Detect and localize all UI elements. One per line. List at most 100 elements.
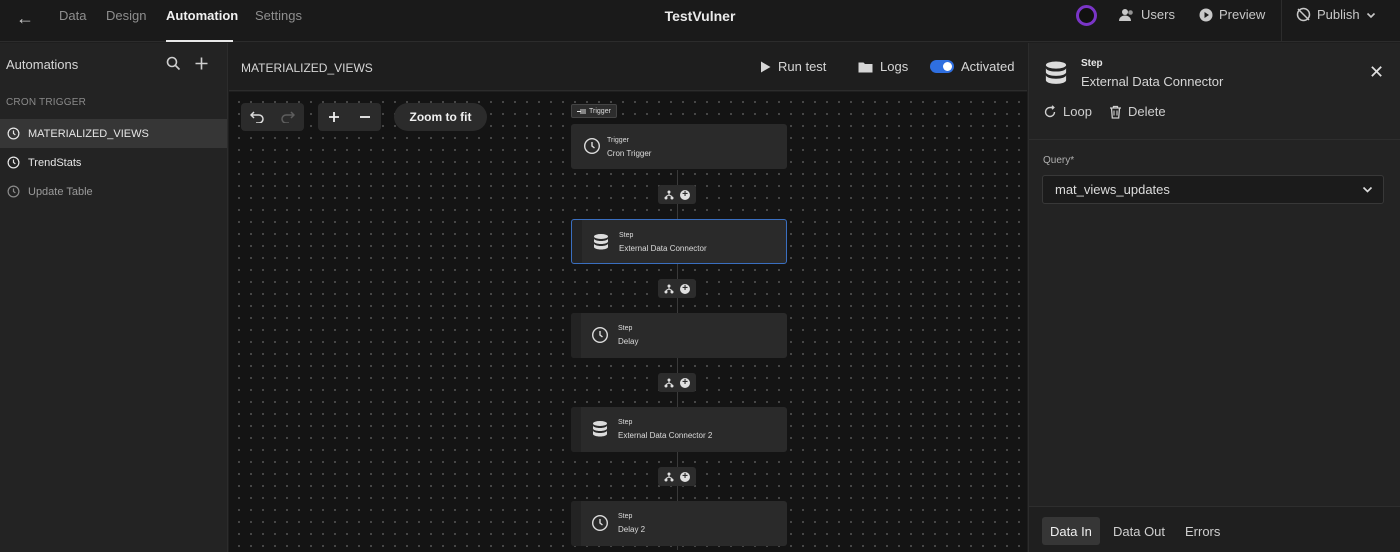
panel-bottom-tabs: Data In Data Out Errors — [1029, 506, 1400, 552]
node-name: Cron Trigger — [607, 149, 652, 158]
preview-label: Preview — [1219, 7, 1266, 22]
flow-node-trigger[interactable]: Trigger Cron Trigger — [571, 124, 787, 169]
trigger-tag-label: Trigger — [589, 107, 611, 115]
redo-button[interactable] — [272, 103, 303, 131]
loop-label: Loop — [1063, 104, 1092, 119]
top-divider — [1281, 0, 1282, 42]
sidebar-item-label: Update Table — [28, 185, 93, 198]
tab-data-out[interactable]: Data Out — [1105, 517, 1173, 545]
trigger-tag: Trigger — [571, 104, 617, 118]
run-test-label: Run test — [778, 59, 827, 74]
node-kind: Step — [618, 325, 633, 332]
top-bar: ← Data Design Automation Settings TestVu… — [0, 0, 1400, 42]
add-step-icon[interactable]: + — [680, 377, 690, 388]
sidebar-item-update-table[interactable]: Update Table — [0, 177, 227, 206]
canvas-header: MATERIALIZED_VIEWS Run test Logs Activat… — [229, 43, 1027, 91]
preview-button[interactable]: Preview — [1199, 7, 1265, 22]
close-icon[interactable]: ✕ — [1369, 63, 1384, 81]
node-kind: Step — [618, 513, 633, 520]
section-cron-trigger: CRON TRIGGER — [6, 97, 86, 108]
tab-data-in[interactable]: Data In — [1042, 517, 1100, 545]
tab-automation[interactable]: Automation — [166, 8, 238, 23]
trigger-icon — [577, 108, 586, 114]
flow-node-external-data-connector-2[interactable]: Step External Data Connector 2 — [571, 407, 787, 452]
zoom-in-button[interactable] — [318, 103, 349, 131]
panel-divider — [1029, 139, 1400, 140]
toggle-switch[interactable] — [930, 60, 954, 73]
tab-design[interactable]: Design — [106, 8, 146, 23]
flow-canvas[interactable]: Zoom to fit Trigger Trigger Cron Trigger… — [229, 92, 1027, 552]
drag-handle[interactable] — [572, 220, 582, 263]
add-step-icon[interactable]: + — [680, 283, 690, 294]
globe-off-icon — [1296, 7, 1311, 22]
node-name: External Data Connector 2 — [618, 431, 713, 440]
undo-redo-group — [241, 103, 304, 131]
automations-sidebar: Automations CRON TRIGGER MATERIALIZED_VI… — [0, 43, 228, 552]
run-test-button[interactable]: Run test — [760, 59, 826, 74]
flow-node-delay-2[interactable]: Step Delay 2 — [571, 501, 787, 546]
flow-node-external-data-connector[interactable]: Step External Data Connector — [571, 219, 787, 264]
clock-icon — [7, 156, 20, 169]
flow-node-delay[interactable]: Step Delay — [571, 313, 787, 358]
publish-label: Publish — [1317, 7, 1360, 22]
logs-label: Logs — [880, 59, 909, 74]
add-step-connector: + — [658, 373, 696, 392]
sidebar-item-label: MATERIALIZED_VIEWS — [28, 127, 149, 140]
users-label: Users — [1141, 7, 1175, 22]
clock-icon — [591, 326, 609, 344]
branch-icon[interactable] — [664, 284, 674, 294]
add-step-connector: + — [658, 185, 696, 204]
database-icon — [593, 421, 607, 437]
folder-icon — [858, 62, 873, 72]
query-select[interactable]: mat_views_updates — [1042, 175, 1384, 204]
minus-icon — [359, 116, 370, 118]
sidebar-item-label: TrendStats — [28, 156, 82, 169]
trash-icon — [1110, 105, 1121, 119]
drag-handle[interactable] — [571, 407, 581, 452]
avatar[interactable] — [1076, 5, 1097, 26]
branch-icon[interactable] — [664, 378, 674, 388]
zoom-out-button[interactable] — [349, 103, 380, 131]
tab-data[interactable]: Data — [59, 8, 86, 23]
node-kind: Trigger — [607, 137, 629, 144]
panel-step-name: External Data Connector — [1081, 74, 1224, 89]
sidebar-item-materialized-views[interactable]: MATERIALIZED_VIEWS — [0, 119, 227, 148]
zoom-to-fit-button[interactable]: Zoom to fit — [394, 103, 487, 131]
clock-icon — [591, 514, 609, 532]
database-icon — [594, 234, 608, 250]
node-kind: Step — [618, 419, 633, 426]
drag-handle[interactable] — [571, 501, 581, 546]
clock-icon — [7, 185, 20, 198]
chevron-down-icon — [1366, 12, 1375, 18]
logs-button[interactable]: Logs — [858, 59, 908, 74]
drag-handle[interactable] — [571, 313, 581, 358]
play-circle-icon — [1199, 8, 1213, 21]
add-step-connector: + — [658, 279, 696, 298]
add-step-icon[interactable]: + — [680, 471, 690, 482]
tab-errors[interactable]: Errors — [1177, 517, 1228, 545]
activated-label: Activated — [961, 59, 1015, 74]
delete-button[interactable]: Delete — [1109, 104, 1166, 119]
node-name: External Data Connector — [619, 244, 707, 253]
publish-button[interactable]: Publish — [1296, 7, 1376, 22]
users-button[interactable]: Users — [1119, 7, 1175, 22]
branch-icon[interactable] — [664, 472, 674, 482]
node-name: Delay — [618, 337, 639, 346]
active-tab-indicator — [166, 40, 233, 42]
add-automation-icon[interactable] — [194, 56, 209, 71]
search-icon[interactable] — [166, 56, 181, 71]
node-kind: Step — [619, 232, 634, 239]
back-arrow-icon[interactable]: ← — [14, 8, 36, 30]
add-step-icon[interactable]: + — [680, 189, 690, 200]
node-name: Delay 2 — [618, 525, 646, 534]
branch-icon[interactable] — [664, 190, 674, 200]
sidebar-title: Automations — [6, 57, 79, 72]
add-step-connector: + — [658, 467, 696, 486]
loop-button[interactable]: Loop — [1043, 104, 1092, 119]
clock-icon — [583, 137, 601, 155]
undo-button[interactable] — [241, 103, 272, 131]
tab-settings[interactable]: Settings — [255, 8, 302, 23]
query-label: Query* — [1043, 155, 1075, 166]
sidebar-item-trendstats[interactable]: TrendStats — [0, 148, 227, 177]
activated-toggle[interactable]: Activated — [930, 59, 1014, 74]
